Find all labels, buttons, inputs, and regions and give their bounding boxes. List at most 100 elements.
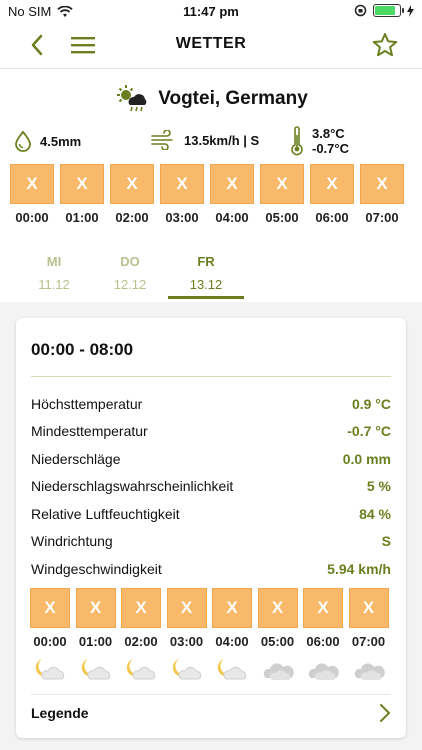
hour-box[interactable]: X [348, 588, 389, 628]
tab-day-date: 13.12 [189, 277, 223, 292]
detail-row: Windgeschwindigkeit 5.94 km/h [31, 555, 391, 583]
detail-list: Höchsttemperatur 0.9 °C Mindesttemperatur -… [31, 390, 391, 583]
detail-value: 84 % [359, 505, 391, 522]
hour-label: 00:00 [15, 210, 49, 225]
detail-value: 0.9 °C [351, 395, 391, 412]
location-header: Vogtei, Germany [0, 84, 422, 114]
hour-label: 04:00 [215, 634, 249, 649]
detail-row: Niederschläge 0.0 mm [31, 445, 391, 473]
moon-cloud-icon [30, 655, 70, 683]
detail-row: Niederschlagswahrscheinlichkeit 5 % [31, 473, 391, 501]
hour-label: 05:00 [265, 210, 299, 225]
hourly-strip: XXXXXXXX 00:00 01:00 02:00 03:00 04:00 05:00 0… [10, 164, 412, 225]
detail-row: Windrichtung S [31, 528, 391, 556]
hour-box[interactable]: X [121, 588, 161, 628]
hour-label-row: 00:00 01:00 02:00 03:00 04:00 05:00 06:00 07:00 [30, 634, 389, 649]
card-hourly-strip: XXXXXXXX 00:00 01:00 02:00 03:00 04:00 05:00 0… [30, 588, 389, 683]
status-bar: No SIM 11:47 pm [0, 0, 422, 22]
tab-day-name: FR [197, 254, 215, 269]
hour-label: 05:00 [260, 634, 295, 649]
hour-label-row: 00:00 01:00 02:00 03:00 04:00 05:00 06:00 07:00 [10, 210, 412, 225]
hour-label: 07:00 [351, 634, 386, 649]
hour-box[interactable]: X [60, 164, 104, 204]
wind-icon [151, 130, 173, 150]
hour-label: 04:00 [215, 210, 249, 225]
detail-row: Höchsttemperatur 0.9 °C [31, 390, 391, 418]
tab-day-fr[interactable]: FR 13.12 [168, 254, 244, 299]
nav-bar: WETTER [0, 22, 422, 69]
cloud-icon [349, 655, 389, 683]
hour-box[interactable]: X [360, 164, 404, 204]
hour-box[interactable]: X [212, 588, 252, 628]
hour-box[interactable]: X [166, 588, 207, 628]
current-metrics: 4.5mm 13.5km/h | S 3.8°C -0.7°C [0, 126, 422, 162]
hour-box-row: XXXXXXXX [10, 164, 412, 204]
detail-value: -0.7 °C [347, 423, 391, 440]
time-range: 00:00 - 08:00 [31, 340, 134, 359]
legend-row[interactable]: Legende [31, 694, 391, 731]
hour-box[interactable]: X [303, 588, 343, 628]
moon-cloud-icon [212, 655, 252, 683]
temp-min-value: -0.7°C [312, 141, 349, 156]
thermometer-icon [291, 126, 303, 156]
divider [31, 376, 391, 377]
precip-value: 4.5mm [40, 133, 82, 149]
tab-day-name: MI [46, 254, 62, 269]
location-name: Vogtei, Germany [158, 88, 308, 109]
hour-box[interactable]: X [10, 164, 54, 204]
battery-icon [373, 4, 404, 17]
droplet-icon [15, 130, 31, 152]
detail-label: Relative Luftfeuchtigkeit [31, 505, 180, 522]
favorite-button[interactable] [370, 30, 400, 60]
moon-cloud-icon [76, 655, 116, 683]
temp-max-value: 3.8°C [312, 126, 345, 141]
tab-day-do[interactable]: DO 12.12 [92, 254, 168, 299]
hour-label: 06:00 [306, 634, 340, 649]
hour-box[interactable]: X [75, 588, 116, 628]
tab-day-name: DO [120, 254, 140, 269]
charging-icon [407, 4, 414, 17]
hour-label: 00:00 [33, 634, 67, 649]
hour-box[interactable]: X [160, 164, 204, 204]
detail-value: S [381, 533, 391, 550]
hour-label: 03:00 [165, 210, 199, 225]
weather-icon-row [30, 655, 389, 683]
tab-day-date: 11.12 [38, 277, 70, 292]
forecast-card: 00:00 - 08:00 Höchsttemperatur 0.9 °C Mind… [16, 318, 406, 738]
detail-value: 5.94 km/h [327, 560, 391, 577]
star-icon [372, 33, 398, 57]
cloud-icon [303, 655, 343, 683]
moon-cloud-icon [121, 655, 161, 683]
hour-label: 02:00 [115, 210, 149, 225]
hour-box-row: XXXXXXXX [30, 588, 389, 628]
precip-metric: 4.5mm [14, 130, 81, 152]
detail-value: 0.0 mm [342, 450, 391, 467]
sun-rain-cloud-icon [117, 85, 147, 112]
cloud-icon [258, 655, 298, 683]
hour-box[interactable]: X [210, 164, 254, 204]
tab-day-mi[interactable]: MI 11.12 [16, 254, 92, 299]
hour-label: 03:00 [169, 634, 204, 649]
detail-row: Relative Luftfeuchtigkeit 84 % [31, 500, 391, 528]
legend-label: Legende [31, 705, 89, 721]
hour-box[interactable]: X [257, 588, 298, 628]
detail-row: Mindesttemperatur -0.7 °C [31, 418, 391, 446]
hour-label: 06:00 [315, 210, 349, 225]
moon-cloud-icon [167, 655, 207, 683]
hour-label: 01:00 [78, 634, 113, 649]
hour-box[interactable]: X [260, 164, 304, 204]
day-tabs: MI 11.12 DO 12.12 FR 13.12 [16, 254, 244, 299]
orientation-lock-icon [354, 4, 367, 17]
wind-metric: 13.5km/h | S [150, 130, 259, 150]
detail-label: Windgeschwindigkeit [31, 560, 162, 577]
tab-day-date: 12.12 [113, 277, 147, 292]
detail-value: 5 % [366, 478, 391, 495]
detail-label: Höchsttemperatur [31, 395, 143, 412]
detail-label: Windrichtung [31, 533, 113, 550]
hour-box[interactable]: X [110, 164, 154, 204]
hour-box[interactable]: X [310, 164, 354, 204]
detail-label: Mindesttemperatur [31, 423, 148, 440]
status-right [354, 4, 414, 17]
hour-box[interactable]: X [30, 588, 70, 628]
wind-value: 13.5km/h | S [184, 132, 260, 148]
